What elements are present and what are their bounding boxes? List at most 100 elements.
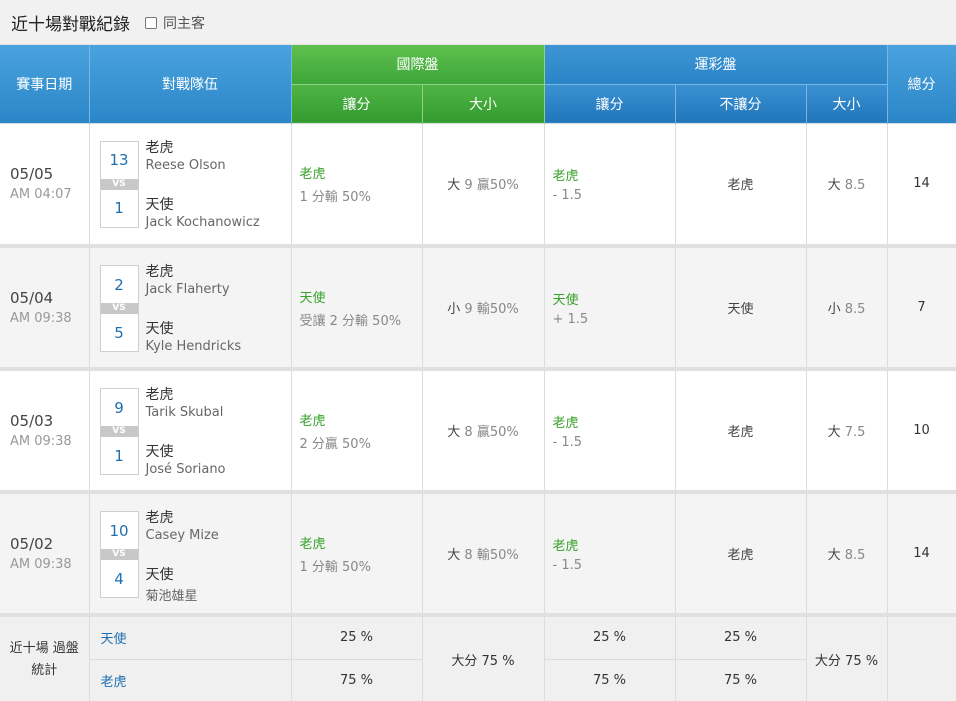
game-row: 05/02 AM 09:38 10 VS 4 老虎 Casey Mize 天使 菊池雄星 老虎 1 …: [0, 490, 956, 615]
footer-total-empty: [887, 613, 956, 701]
sp-ou-side: 大: [827, 178, 841, 194]
vs-divider: VS: [100, 426, 138, 437]
intl-ou-side: 大: [447, 425, 461, 440]
away-score: 5: [114, 323, 124, 342]
home-team-name[interactable]: 老虎: [146, 384, 224, 404]
page-title: 近十場對戰紀錄: [11, 14, 130, 35]
away-team-name[interactable]: 天使: [146, 318, 242, 338]
sp-moneyline-cell: 老虎: [675, 122, 807, 246]
intl-ou-side: 大: [447, 178, 461, 194]
game-row: 05/05 AM 04:07 13 VS 1 老虎 Reese Olson 天使 Jack Ko…: [0, 122, 956, 246]
game-date-cell: 05/03 AM 09:38: [0, 367, 90, 492]
footer-label-line1: 近十場 過盤: [9, 640, 79, 656]
intl-handicap-header: 讓分: [291, 83, 423, 123]
intl-handicap-team: 天使: [299, 290, 326, 306]
score-box: 10 VS 4: [99, 511, 139, 598]
sp-ou-header: 大小: [806, 83, 888, 123]
top-bar: 近十場對戰紀錄 同主客: [0, 0, 956, 45]
footer-intl-ou: 大分 75 %: [422, 613, 545, 701]
total-score: 7: [887, 244, 956, 369]
total-score: 14: [887, 122, 956, 246]
intl-handicap-result: 2 分贏 50%: [299, 436, 371, 452]
home-team-block: 老虎 Tarik Skubal: [146, 384, 224, 420]
game-row: 05/04 AM 09:38 2 VS 5 老虎 Jack Flaherty 天使 Kyle H…: [0, 244, 956, 369]
score-box: 9 VS 1: [99, 388, 139, 475]
game-date-cell: 05/05 AM 04:07: [0, 122, 90, 246]
game-date: 05/03: [10, 412, 54, 430]
sp-handicap-cell: 老虎 - 1.5: [544, 122, 676, 246]
sp-moneyline-cell: 老虎: [675, 490, 807, 615]
same-host-filter[interactable]: 同主客: [145, 13, 205, 33]
game-date: 05/05: [10, 165, 54, 184]
sp-handicap-team: 老虎: [552, 538, 579, 554]
intl-handicap-team: 老虎: [299, 413, 326, 429]
score-box: 2 VS 5: [99, 265, 139, 352]
same-host-checkbox[interactable]: [145, 17, 157, 29]
matchup-cell: 13 VS 1 老虎 Reese Olson 天使 Jack Kochanowicz: [89, 122, 292, 246]
home-pitcher: Casey Mize: [145, 528, 219, 543]
home-score: 10: [109, 521, 129, 540]
intl-ou-cell: 小 9 輸50%: [422, 244, 545, 369]
intl-ou-side: 大: [447, 548, 461, 563]
game-row: 05/03 AM 09:38 9 VS 1 老虎 Tarik Skubal 天使 José So…: [0, 367, 956, 492]
intl-ou-cell: 大 8 贏50%: [422, 367, 545, 492]
away-team-block: 天使 Jack Kochanowicz: [146, 194, 260, 230]
vs-divider: VS: [100, 303, 138, 314]
away-team-block: 天使 Kyle Hendricks: [146, 318, 242, 354]
intl-handicap-team: 老虎: [299, 536, 326, 552]
away-team-name[interactable]: 天使: [146, 441, 226, 461]
home-team-block: 老虎 Casey Mize: [146, 507, 219, 543]
col-date-header: 賽事日期: [0, 45, 90, 123]
intl-handicap-result: 受讓 2 分輸 50%: [299, 313, 402, 329]
footer-team2-sp-ml: 75 %: [675, 658, 807, 701]
sp-handicap-line: - 1.5: [552, 434, 583, 450]
intl-handicap-cell: 天使受讓 2 分輸 50%: [291, 244, 423, 369]
away-pitcher: Kyle Hendricks: [145, 339, 242, 354]
game-date-cell: 05/02 AM 09:38: [0, 490, 90, 615]
intl-odds-header: 國際盤: [291, 45, 545, 84]
home-score: 2: [114, 275, 124, 294]
intl-handicap-team: 老虎: [299, 166, 326, 182]
away-team-block: 天使 菊池雄星: [146, 564, 198, 604]
home-team-name[interactable]: 老虎: [146, 137, 226, 157]
intl-ou-result: 8 輸50%: [464, 548, 519, 563]
intl-handicap-cell: 老虎 1 分輸 50%: [291, 122, 423, 246]
footer-sp-ou: 大分 75 %: [806, 613, 888, 701]
intl-ou-result: 9 輸50%: [464, 302, 519, 317]
intl-ou-cell: 大 8 輸50%: [422, 490, 545, 615]
away-pitcher: Jack Kochanowicz: [145, 214, 260, 230]
total-score: 10: [887, 367, 956, 492]
sp-ou-cell: 大 8.5: [806, 490, 888, 615]
vs-divider: VS: [100, 549, 138, 560]
footer-team1[interactable]: 天使: [89, 613, 292, 659]
game-time: AM 04:07: [10, 187, 72, 203]
sp-moneyline-header: 不讓分: [675, 83, 807, 123]
matchup-cell: 9 VS 1 老虎 Tarik Skubal 天使 José Soriano: [89, 367, 292, 492]
away-pitcher: 菊池雄星: [145, 589, 198, 604]
footer-team2-intl-hc: 75 %: [291, 658, 423, 701]
footer-team1-intl-hc: 25 %: [291, 613, 423, 659]
home-score: 13: [109, 151, 129, 169]
away-team-name[interactable]: 天使: [146, 194, 260, 214]
away-team-name[interactable]: 天使: [146, 564, 198, 584]
score-box: 13 VS 1: [99, 140, 139, 228]
intl-handicap-cell: 老虎 2 分贏 50%: [291, 367, 423, 492]
game-date: 05/02: [10, 535, 54, 553]
intl-ou-cell: 大 9 贏50%: [422, 122, 545, 246]
matchup-cell: 10 VS 4 老虎 Casey Mize 天使 菊池雄星: [89, 490, 292, 615]
game-time: AM 09:38: [10, 557, 72, 572]
intl-ou-result: 9 贏50%: [464, 178, 519, 194]
home-team-block: 老虎 Jack Flaherty: [146, 261, 230, 297]
sp-moneyline-cell: 天使: [675, 244, 807, 369]
game-time: AM 09:38: [10, 434, 72, 449]
home-team-name[interactable]: 老虎: [146, 507, 219, 527]
game-date: 05/04: [10, 289, 54, 307]
footer-team2[interactable]: 老虎: [89, 658, 292, 701]
footer-team1-sp-ml: 25 %: [675, 613, 807, 659]
intl-ou-header: 大小: [422, 83, 545, 123]
home-team-name[interactable]: 老虎: [146, 261, 230, 281]
home-pitcher: Jack Flaherty: [145, 282, 230, 297]
sp-handicap-cell: 老虎 - 1.5: [544, 490, 676, 615]
sp-handicap-header: 讓分: [544, 83, 676, 123]
intl-handicap-result: 1 分輸 50%: [299, 189, 371, 205]
